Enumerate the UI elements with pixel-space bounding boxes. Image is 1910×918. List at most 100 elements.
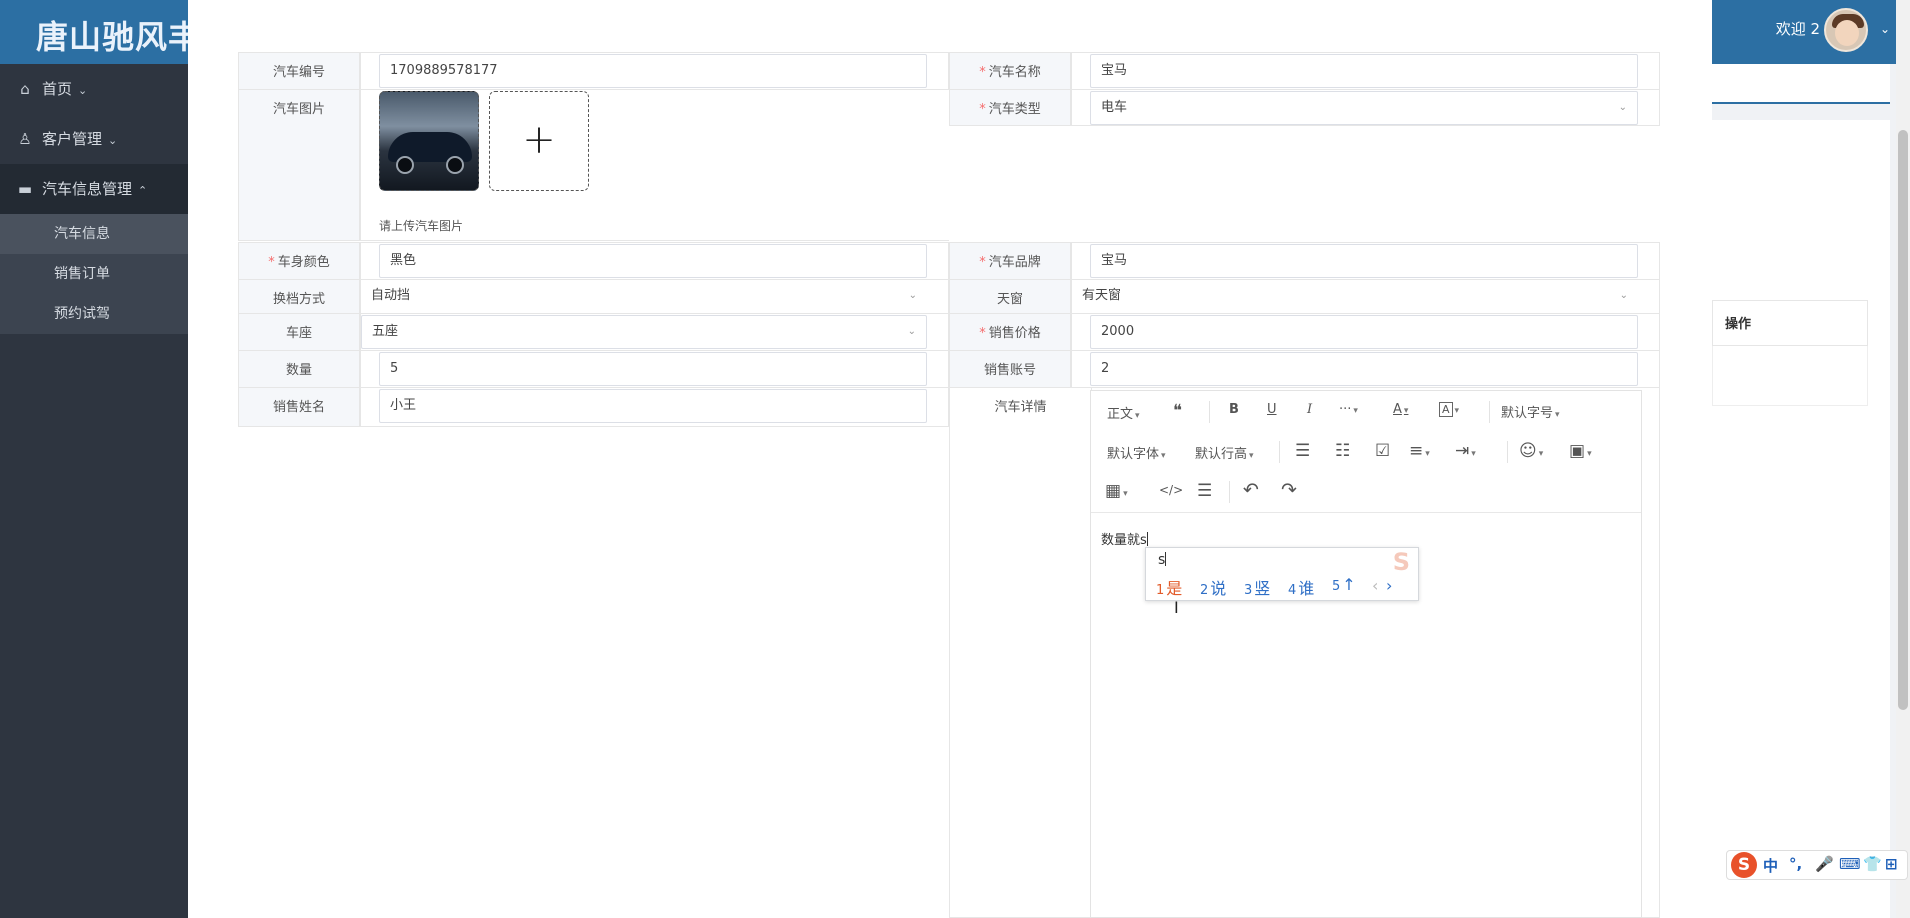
undo-icon[interactable]: ↶	[1243, 479, 1259, 501]
qty-label: 数量	[238, 350, 360, 388]
todo-list-icon[interactable]: ☑	[1375, 441, 1390, 461]
sogou-logo-icon[interactable]: S	[1731, 852, 1757, 878]
detail-label: 汽车详情	[949, 387, 1092, 918]
scrollbar-thumb[interactable]	[1898, 130, 1908, 710]
sidebar-item-car-info[interactable]: ▬ 汽车信息管理 ⌃	[0, 164, 188, 214]
code-icon[interactable]: </>	[1159, 483, 1183, 497]
skin-icon[interactable]: 👕	[1863, 855, 1882, 873]
welcome-text: 欢迎 2	[1775, 20, 1820, 38]
font-color-dropdown[interactable]: A ▾	[1393, 402, 1408, 417]
paragraph-dropdown[interactable]: 正文 ▾	[1107, 403, 1140, 422]
bullet-list-icon[interactable]: ☰	[1295, 441, 1310, 461]
font-color-icon: A	[1393, 402, 1402, 417]
table-dropdown[interactable]: ▦ ▾	[1105, 481, 1128, 501]
car-no-label: 汽车编号	[238, 52, 360, 90]
font-family-dropdown[interactable]: 默认字体 ▾	[1107, 443, 1166, 462]
ime-candidate[interactable]: 4谁	[1288, 575, 1314, 599]
chevron-down-icon: ⌄	[1619, 290, 1628, 301]
sunroof-label: 天窗	[949, 279, 1071, 314]
price-cell: 2000	[1071, 313, 1660, 351]
car-image-label: 汽车图片	[238, 89, 360, 241]
car-type-select[interactable]: 电车 ⌄	[1090, 91, 1638, 125]
gear-value: 自动挡	[371, 288, 411, 303]
table-header-actions: 操作	[1712, 300, 1868, 346]
user-icon: ♙	[18, 130, 32, 148]
car-type-value: 电车	[1101, 100, 1128, 115]
keyboard-icon[interactable]: ⌨	[1839, 855, 1861, 873]
list-icon: ▬	[17, 180, 33, 198]
scrollbar[interactable]	[1896, 0, 1910, 918]
ime-status-bar[interactable]: S 中 °, 🎤 ⌨ 👕 ⊞	[1726, 850, 1908, 880]
sidebar-item-label: 客户管理	[42, 130, 103, 148]
car-brand-cell: 宝马	[1071, 242, 1660, 280]
upload-button[interactable]: +	[489, 91, 589, 191]
emoji-icon: ☺	[1519, 441, 1537, 461]
quote-icon[interactable]: ❝	[1173, 401, 1182, 421]
table-row	[1712, 346, 1868, 406]
gear-label: 换档方式	[238, 279, 360, 314]
account-label: 销售账号	[949, 350, 1071, 388]
ime-next-page-icon[interactable]: ›	[1386, 576, 1392, 595]
ime-prev-page-icon[interactable]: ‹	[1372, 576, 1378, 595]
tab-bar	[1712, 64, 1890, 104]
more-styles-dropdown[interactable]: ··· ▾	[1339, 402, 1358, 417]
microphone-icon[interactable]: 🎤	[1815, 855, 1834, 873]
sunroof-select[interactable]: 有天窗 ⌄	[1072, 280, 1638, 313]
bold-icon[interactable]: B	[1229, 402, 1239, 417]
qty-field[interactable]: 5	[379, 352, 927, 386]
ime-mode-toggle[interactable]: 中	[1763, 855, 1778, 876]
more-icon: ···	[1339, 402, 1352, 417]
upload-hint: 请上传汽车图片	[379, 219, 464, 233]
indent-dropdown[interactable]: ⇥ ▾	[1455, 441, 1476, 461]
align-dropdown[interactable]: ≡ ▾	[1409, 441, 1430, 461]
italic-icon[interactable]: I	[1307, 402, 1312, 417]
seller-label: 销售姓名	[238, 387, 360, 427]
car-name-label: * 汽车名称	[949, 52, 1071, 90]
image-dropdown[interactable]: ▣ ▾	[1569, 441, 1592, 461]
punctuation-icon[interactable]: °,	[1789, 855, 1802, 873]
font-size-dropdown[interactable]: 默认字号 ▾	[1501, 402, 1560, 421]
sidebar: ⌂ 首页 ⌄ ♙ 客户管理 ⌄ ▬ 汽车信息管理 ⌃ 汽车信息 销售订单 预约试驾	[0, 64, 188, 918]
ime-candidate[interactable]: 3竖	[1244, 575, 1270, 599]
toolbox-icon[interactable]: ⊞	[1885, 855, 1898, 873]
seat-select[interactable]: 五座 ⌄	[361, 315, 927, 349]
car-no-field[interactable]: 1709889578177	[379, 54, 927, 88]
line-height-dropdown[interactable]: 默认行高 ▾	[1195, 443, 1254, 462]
bg-color-dropdown[interactable]: A ▾	[1439, 402, 1459, 417]
numbered-list-icon[interactable]: ☷	[1335, 441, 1350, 461]
redo-icon[interactable]: ↷	[1281, 479, 1297, 501]
body-color-field[interactable]: 黑色	[379, 244, 927, 278]
divider-icon[interactable]: ☰	[1197, 481, 1212, 501]
car-type-label: * 汽车类型	[949, 89, 1071, 126]
avatar[interactable]	[1824, 8, 1868, 52]
qty-cell: 5	[360, 350, 949, 388]
emoji-dropdown[interactable]: ☺ ▾	[1519, 441, 1543, 461]
ime-candidate[interactable]: 5 ↑	[1332, 575, 1356, 594]
sidebar-item-home[interactable]: ⌂ 首页 ⌄	[0, 64, 188, 114]
chevron-down-icon: ⌄	[907, 326, 916, 337]
car-brand-field[interactable]: 宝马	[1090, 244, 1638, 278]
car-image-thumbnail[interactable]	[379, 91, 479, 191]
home-icon: ⌂	[20, 80, 30, 98]
image-icon: ▣	[1569, 441, 1586, 461]
ime-candidate[interactable]: 1是	[1156, 575, 1182, 599]
ime-candidate[interactable]: 2说	[1200, 575, 1226, 599]
sidebar-item-customers[interactable]: ♙ 客户管理 ⌄	[0, 114, 188, 164]
underline-icon[interactable]: U	[1267, 402, 1277, 417]
sidebar-subitem-test-drive[interactable]: 预约试驾	[0, 294, 188, 334]
car-name-cell: 宝马	[1071, 52, 1660, 90]
account-field[interactable]: 2	[1090, 352, 1638, 386]
car-no-cell: 1709889578177	[360, 52, 949, 90]
car-name-field[interactable]: 宝马	[1090, 54, 1638, 88]
gear-select[interactable]: 自动挡 ⌄	[361, 280, 927, 313]
chevron-down-icon[interactable]: ⌄	[1880, 22, 1890, 36]
sidebar-item-label: 汽车信息管理	[42, 180, 133, 198]
form-row: 汽车图片 + 请上传汽车图片 * 汽车类型 电车 ⌄	[238, 89, 1660, 241]
table-icon: ▦	[1105, 481, 1122, 501]
price-field[interactable]: 2000	[1090, 315, 1638, 349]
chevron-down-icon: ⌄	[108, 134, 118, 147]
sidebar-subitem-car-info[interactable]: 汽车信息	[0, 214, 188, 254]
sidebar-item-label: 首页	[42, 80, 73, 98]
seller-field[interactable]: 小王	[379, 389, 927, 423]
sidebar-subitem-sales-orders[interactable]: 销售订单	[0, 254, 188, 294]
